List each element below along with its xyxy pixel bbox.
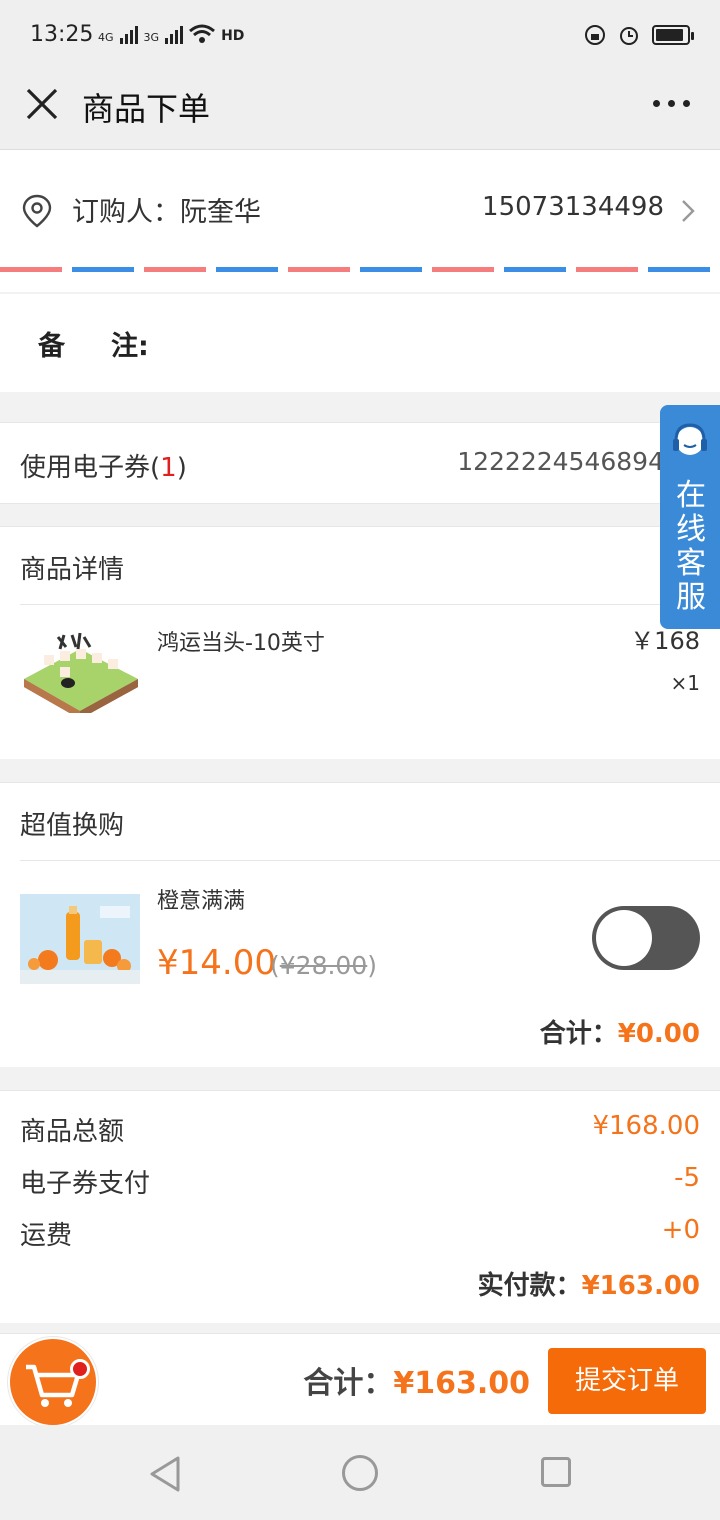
status-right [584,24,694,46]
remark-label-a: 备 [38,331,65,362]
exchange-original-price: (¥28.00) [270,951,377,980]
network-3g-label: 3G [143,31,160,44]
product-image-cake[interactable] [20,623,140,713]
exchange-toggle[interactable] [592,906,700,970]
original-price-open: ( [270,951,280,980]
summary-row-coupon: 电子券支付 -5 [20,1163,700,1203]
close-button[interactable] [22,84,62,124]
divider [20,604,720,605]
alarm-icon [620,27,638,45]
cart-button[interactable] [8,1337,98,1427]
system-nav-bar [0,1425,720,1520]
original-price-close: ) [367,951,378,980]
footer-total-value: ¥163.00 [393,1366,530,1401]
back-icon[interactable] [148,1455,182,1493]
exchange-card: 超值换购 橙意满满 ¥14.00 (¥28.00) 合计：¥0.00 [0,782,720,1067]
more-options-button[interactable] [653,100,690,107]
summary-label: 运费 [20,1221,73,1251]
product-image-orange[interactable] [20,894,140,984]
exchange-price: ¥14.00 [157,943,276,983]
exchange-product-name: 橙意满满 [157,889,246,914]
remark-label-b: 注: [111,331,149,362]
section-title-exchange: 超值换购 [20,811,125,841]
product-quantity: ×1 [670,671,700,695]
signal-icon [165,26,184,44]
summary-row-goods: 商品总额 ¥168.00 [20,1111,700,1151]
footer-total: 合计：¥163.00 [303,1358,530,1402]
orderer-phone: 15073134498 [482,192,664,222]
coupon-label-text: 使用电子券( [20,453,161,483]
summary-value: -5 [674,1163,700,1193]
summary-card: 商品总额 ¥168.00 电子券支付 -5 运费 +0 实付款：¥163.00 [0,1090,720,1323]
orderer-card[interactable]: 订购人：阮奎华 15073134498 [0,150,720,292]
status-time: 13:25 [30,22,94,47]
final-value: ¥163.00 [581,1271,700,1301]
summary-label: 商品总额 [20,1117,125,1147]
title-bar: 商品下单 [0,72,720,150]
summary-final: 实付款：¥163.00 [478,1265,700,1302]
submit-order-button[interactable]: 提交订单 [548,1348,706,1414]
coupon-label-close: ) [176,453,187,483]
summary-value: +0 [661,1215,700,1245]
exchange-total: 合计：¥0.00 [540,1013,700,1050]
summary-label: 电子券支付 [20,1169,151,1199]
exchange-total-value: ¥0.00 [617,1019,700,1049]
cart-icon [26,1364,81,1407]
coupon-label: 使用电子券(1) [20,447,187,484]
signal-icon [119,26,138,44]
remark-card[interactable]: 备 注: [0,294,720,392]
page-title: 商品下单 [82,90,211,128]
original-price-value: ¥28.00 [279,951,368,980]
recent-apps-icon[interactable] [541,1457,571,1487]
online-service-label: 在线客服 [676,478,706,615]
online-service-button[interactable]: 在线客服 [660,405,720,629]
coupon-row[interactable]: 使用电子券(1) 1222224546894 [0,422,720,504]
checkout-footer: 合计：¥163.00 提交订单 [0,1333,720,1427]
product-name: 鸿运当头-10英寸 [157,631,325,656]
remark-label: 备 注: [38,324,149,363]
hd-label: HD [221,28,245,44]
product-detail-card: 商品详情 鸿运当头-10英寸 ￥168 ×1 [0,526,720,759]
cart-badge [70,1359,90,1379]
orderer-name: 订购人：阮奎华 [72,197,261,228]
network-4g-label: 4G [98,31,114,44]
footer-total-label: 合计： [303,1366,394,1401]
location-pin-icon [22,194,52,228]
exchange-total-label: 合计： [539,1019,618,1049]
summary-value: ¥168.00 [592,1111,700,1141]
headset-icon [673,423,707,455]
network-indicators: 4G 3G HD [98,24,244,44]
rotation-lock-icon [585,25,605,45]
status-bar: 13:25 4G 3G HD [0,0,720,72]
summary-row-shipping: 运费 +0 [20,1215,700,1255]
coupon-code: 1222224546894 [457,447,664,476]
home-icon[interactable] [342,1455,378,1491]
toggle-knob [596,910,652,966]
final-label: 实付款： [477,1271,582,1301]
wifi-icon [189,24,216,43]
chevron-right-icon [682,200,695,222]
section-title-detail: 商品详情 [20,555,125,585]
close-icon [26,88,58,120]
coupon-count: 1 [160,453,177,483]
airmail-border [0,267,720,272]
divider [20,860,720,861]
battery-icon [652,25,694,45]
